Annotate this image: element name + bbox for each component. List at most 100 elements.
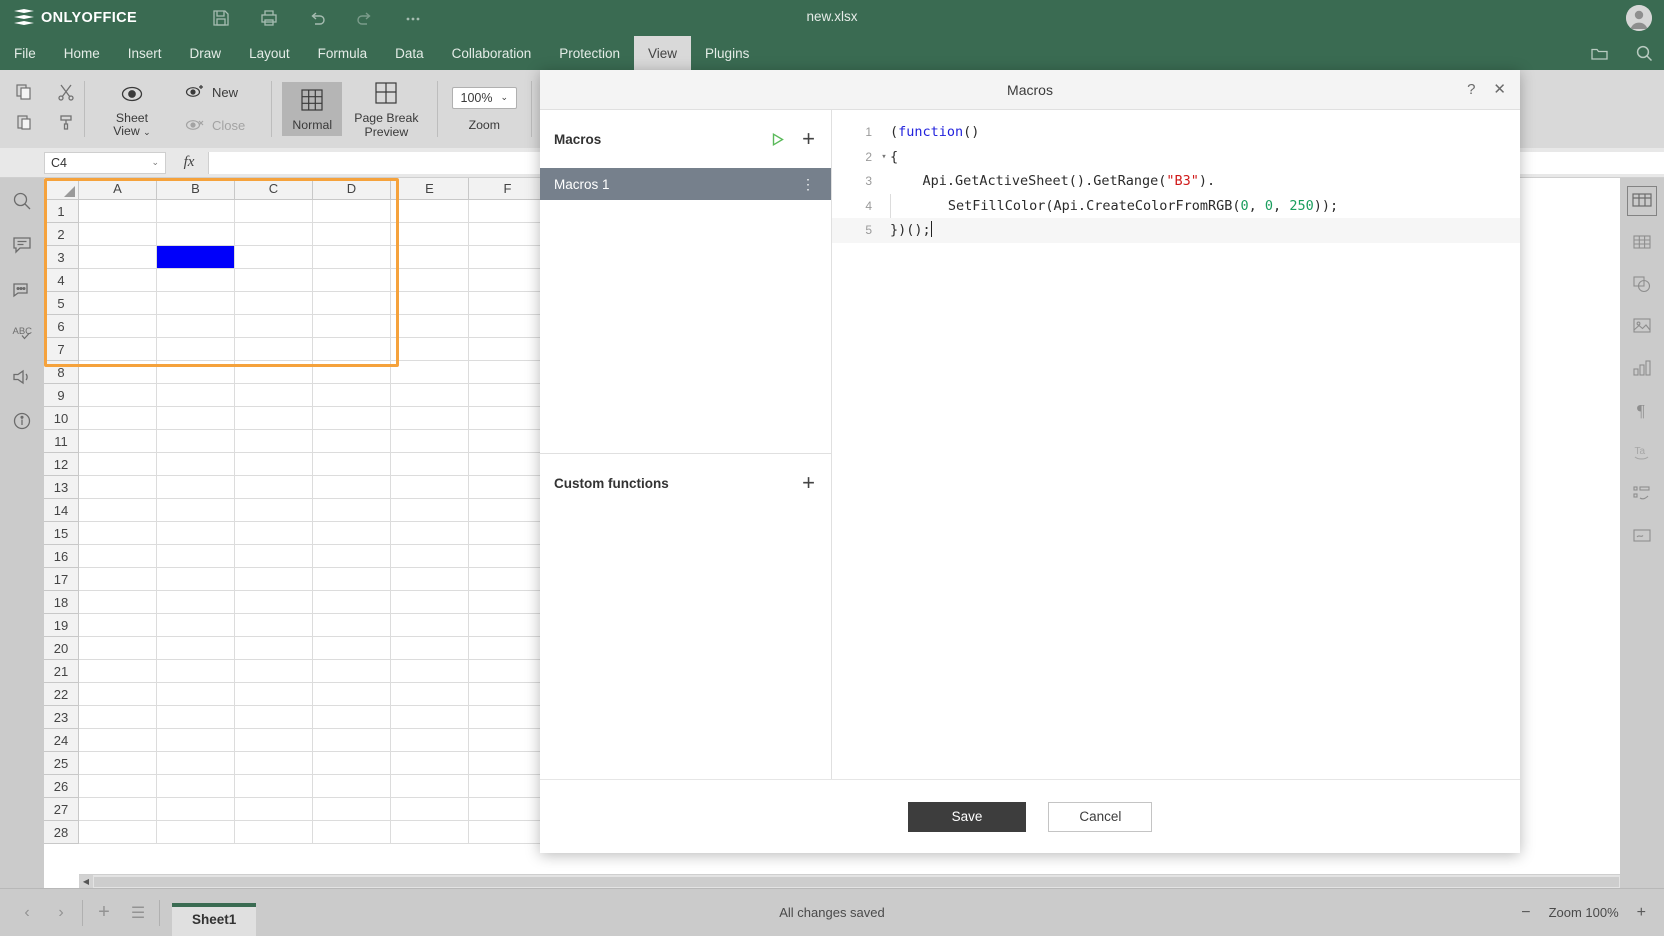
cell-B9[interactable]	[157, 384, 235, 407]
cell-B7[interactable]	[157, 338, 235, 361]
cell-F19[interactable]	[469, 614, 547, 637]
row-header-1[interactable]: 1	[44, 200, 79, 223]
cell-A6[interactable]	[79, 315, 157, 338]
cell-A26[interactable]	[79, 775, 157, 798]
cell-B24[interactable]	[157, 729, 235, 752]
tab-data[interactable]: Data	[381, 36, 438, 70]
row-header-18[interactable]: 18	[44, 591, 79, 614]
cell-E8[interactable]	[391, 361, 469, 384]
cell-A23[interactable]	[79, 706, 157, 729]
cell-D18[interactable]	[313, 591, 391, 614]
cell-C8[interactable]	[235, 361, 313, 384]
print-icon[interactable]	[259, 8, 279, 28]
scroll-thumb[interactable]	[94, 876, 1619, 887]
redo-icon[interactable]	[355, 8, 375, 28]
cell-D23[interactable]	[313, 706, 391, 729]
cell-E14[interactable]	[391, 499, 469, 522]
copy-icon[interactable]	[14, 82, 34, 102]
feedback-icon[interactable]	[11, 366, 33, 388]
about-icon[interactable]	[11, 410, 33, 432]
cell-D8[interactable]	[313, 361, 391, 384]
cell-settings-icon[interactable]	[1627, 186, 1657, 216]
open-file-location-icon[interactable]	[1590, 44, 1609, 63]
cell-B16[interactable]	[157, 545, 235, 568]
cell-F10[interactable]	[469, 407, 547, 430]
row-header-4[interactable]: 4	[44, 269, 79, 292]
cell-A11[interactable]	[79, 430, 157, 453]
cell-D15[interactable]	[313, 522, 391, 545]
cell-D21[interactable]	[313, 660, 391, 683]
row-header-23[interactable]: 23	[44, 706, 79, 729]
code-line[interactable]: 5 })();	[832, 218, 1520, 243]
cell-B6[interactable]	[157, 315, 235, 338]
tab-plugins[interactable]: Plugins	[691, 36, 763, 70]
cell-C28[interactable]	[235, 821, 313, 844]
column-header-C[interactable]: C	[235, 178, 313, 200]
cell-C14[interactable]	[235, 499, 313, 522]
cell-C26[interactable]	[235, 775, 313, 798]
new-sheet-view-button[interactable]: New	[179, 79, 251, 106]
list-sheets-icon[interactable]: ☰	[129, 904, 147, 922]
cell-A8[interactable]	[79, 361, 157, 384]
tab-protection[interactable]: Protection	[545, 36, 634, 70]
row-header-2[interactable]: 2	[44, 223, 79, 246]
row-header-24[interactable]: 24	[44, 729, 79, 752]
cell-D7[interactable]	[313, 338, 391, 361]
row-header-3[interactable]: 3	[44, 246, 79, 269]
cell-E23[interactable]	[391, 706, 469, 729]
cell-A19[interactable]	[79, 614, 157, 637]
cell-C19[interactable]	[235, 614, 313, 637]
cell-D16[interactable]	[313, 545, 391, 568]
cell-D6[interactable]	[313, 315, 391, 338]
cell-B8[interactable]	[157, 361, 235, 384]
cell-B22[interactable]	[157, 683, 235, 706]
row-header-20[interactable]: 20	[44, 637, 79, 660]
text-art-settings-icon[interactable]: Ta	[1631, 442, 1653, 464]
code-line[interactable]: 1 (function()	[832, 120, 1520, 145]
cell-A3[interactable]	[79, 246, 157, 269]
cell-D12[interactable]	[313, 453, 391, 476]
cell-E15[interactable]	[391, 522, 469, 545]
horizontal-scrollbar[interactable]: ◀	[79, 874, 1620, 888]
cell-B19[interactable]	[157, 614, 235, 637]
add-custom-function-icon[interactable]: +	[802, 472, 815, 494]
cell-F15[interactable]	[469, 522, 547, 545]
cell-E13[interactable]	[391, 476, 469, 499]
macros-list[interactable]: Macros 1 ⋮	[540, 168, 831, 453]
fold-marker[interactable]: ▾	[878, 145, 890, 170]
cell-F1[interactable]	[469, 200, 547, 223]
cell-C12[interactable]	[235, 453, 313, 476]
scroll-left-arrow[interactable]: ◀	[79, 874, 93, 888]
cell-E2[interactable]	[391, 223, 469, 246]
row-header-16[interactable]: 16	[44, 545, 79, 568]
cell-B1[interactable]	[157, 200, 235, 223]
cell-D28[interactable]	[313, 821, 391, 844]
chevron-right-icon[interactable]: ›	[52, 904, 70, 922]
cell-D10[interactable]	[313, 407, 391, 430]
cell-F13[interactable]	[469, 476, 547, 499]
zoom-out-icon[interactable]: −	[1521, 904, 1530, 922]
cell-B17[interactable]	[157, 568, 235, 591]
cell-C9[interactable]	[235, 384, 313, 407]
cell-C23[interactable]	[235, 706, 313, 729]
table-settings-icon[interactable]	[1631, 232, 1653, 254]
paste-icon[interactable]	[14, 112, 34, 132]
cell-F28[interactable]	[469, 821, 547, 844]
cell-B3[interactable]	[157, 246, 235, 269]
cell-D2[interactable]	[313, 223, 391, 246]
row-header-19[interactable]: 19	[44, 614, 79, 637]
image-settings-icon[interactable]	[1631, 316, 1653, 338]
cell-D19[interactable]	[313, 614, 391, 637]
row-header-17[interactable]: 17	[44, 568, 79, 591]
row-header-28[interactable]: 28	[44, 821, 79, 844]
code-line[interactable]: 4 SetFillColor(Api.CreateColorFromRGB(0,…	[832, 193, 1520, 218]
column-header-E[interactable]: E	[391, 178, 469, 200]
cell-A20[interactable]	[79, 637, 157, 660]
tab-formula[interactable]: Formula	[304, 36, 382, 70]
row-header-15[interactable]: 15	[44, 522, 79, 545]
macro-list-item[interactable]: Macros 1 ⋮	[540, 168, 831, 200]
row-header-27[interactable]: 27	[44, 798, 79, 821]
chevron-left-icon[interactable]: ‹	[18, 904, 36, 922]
cell-E11[interactable]	[391, 430, 469, 453]
tab-insert[interactable]: Insert	[114, 36, 176, 70]
